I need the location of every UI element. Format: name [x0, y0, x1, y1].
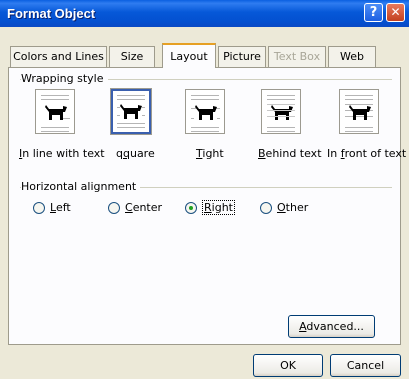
radio-circle-selected[interactable]: [185, 202, 197, 214]
square-wrap-icon: [110, 88, 152, 135]
tab-web[interactable]: Web: [328, 46, 376, 67]
title-bar[interactable]: Format Object ? ✕: [0, 0, 409, 27]
tab-layout[interactable]: Layout: [162, 43, 216, 68]
tight-wrap-icon: [185, 89, 225, 134]
wrap-option-inline[interactable]: [35, 89, 75, 134]
tab-colors-and-lines[interactable]: Colors and Lines: [10, 46, 107, 67]
wrap-label-behind-text[interactable]: Behind text: [258, 147, 322, 160]
inline-wrap-icon: [35, 89, 75, 134]
tab-text-box: Text Box: [268, 46, 326, 67]
close-button[interactable]: ✕: [386, 3, 405, 22]
in-front-of-text-icon: [339, 89, 379, 134]
help-button[interactable]: ?: [364, 3, 383, 22]
tab-size[interactable]: Size: [109, 46, 155, 67]
wrap-label-inline[interactable]: In line with text: [19, 147, 105, 160]
dialog-title: Format Object: [7, 6, 96, 21]
wrap-option-behind-text[interactable]: [261, 89, 301, 134]
wrap-option-in-front-of-text[interactable]: [339, 89, 379, 134]
dog-icon: [349, 105, 371, 120]
format-object-dialog: Format Object ? ✕ Colors and Lines Size …: [0, 0, 409, 379]
dog-icon: [195, 105, 217, 120]
radio-selected-dot: [189, 206, 193, 210]
wrap-option-square[interactable]: [110, 88, 152, 135]
dog-icon: [120, 104, 142, 119]
tab-picture[interactable]: Picture: [218, 46, 266, 67]
wrap-label-square[interactable]: qquare: [116, 147, 155, 160]
ok-button[interactable]: OK: [253, 354, 323, 377]
wrapping-style-label: Wrapping style: [21, 72, 108, 85]
wrap-option-tight[interactable]: [185, 89, 225, 134]
radio-circle[interactable]: [108, 202, 120, 214]
advanced-button[interactable]: Advanced...: [288, 315, 375, 338]
horizontal-alignment-label: Horizontal alignment: [21, 180, 141, 193]
radio-circle[interactable]: [33, 202, 45, 214]
dog-icon: [45, 105, 67, 120]
wrap-label-tight[interactable]: Tight: [196, 147, 224, 160]
cancel-button[interactable]: Cancel: [330, 354, 401, 377]
radio-circle[interactable]: [260, 202, 272, 214]
dog-icon: [271, 105, 293, 120]
wrap-label-in-front-of-text[interactable]: In front of text: [327, 147, 406, 160]
behind-text-icon: [261, 89, 301, 134]
